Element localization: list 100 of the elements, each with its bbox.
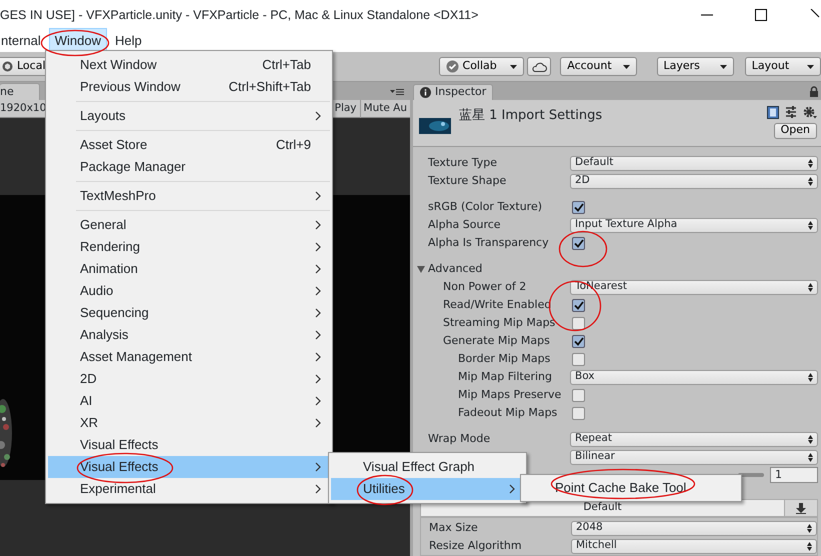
menu-item[interactable]: Visual Effects	[48, 434, 330, 456]
dropdown[interactable]: 2048	[571, 520, 817, 536]
caret-icon	[622, 64, 630, 68]
open-button[interactable]: Open	[774, 122, 817, 139]
checkbox[interactable]	[572, 236, 585, 250]
layers-button[interactable]: Layers	[656, 57, 734, 76]
chevron-icon	[315, 220, 321, 230]
checkbox[interactable]	[572, 298, 585, 312]
cloud-button[interactable]	[527, 57, 552, 76]
updown-icon	[808, 452, 813, 462]
menu-item[interactable]: Previous Window Ctrl+Shift+Tab	[48, 76, 330, 98]
cloud-icon	[531, 62, 548, 72]
menu-item[interactable]: Layouts	[48, 105, 330, 127]
menu-item[interactable]: Asset Store Ctrl+9	[48, 134, 330, 156]
annotation-circle	[40, 29, 110, 57]
chevron-icon	[315, 242, 321, 252]
chevron-icon	[315, 111, 321, 121]
menu-item[interactable]: Asset Management	[48, 346, 330, 368]
download-button[interactable]	[785, 499, 818, 517]
updown-icon	[808, 434, 813, 444]
menu-item[interactable]: General	[48, 214, 330, 236]
field-label: Alpha Is Transparency	[428, 234, 550, 251]
chevron-icon	[315, 330, 321, 340]
field-label: Generate Mip Maps	[443, 332, 551, 349]
checkbox[interactable]	[572, 334, 585, 348]
window-title: GES IN USE] - VFXParticle.unity - VFXParticle - PC, Mac & Linux Standalone <DX11>	[0, 6, 480, 24]
field-label: Border Mip Maps	[458, 350, 552, 367]
panel-menu-icon[interactable]	[390, 88, 404, 96]
menu-item[interactable]: Audio	[48, 280, 330, 302]
menu-item[interactable]: Experimental	[48, 478, 330, 500]
menu-item[interactable]: XR	[48, 412, 330, 434]
dropdown[interactable]: Default	[570, 156, 818, 170]
menu-item[interactable]: Visual Effects	[48, 456, 330, 478]
dropdown[interactable]: Mitchell	[571, 538, 817, 554]
menu-item[interactable]: Rendering	[48, 236, 330, 258]
menu-item[interactable]: Animation	[48, 258, 330, 280]
download-icon	[796, 502, 806, 514]
menu-item[interactable]: Package Manager	[48, 156, 330, 178]
dropdown[interactable]: Repeat	[570, 432, 818, 446]
dropdown[interactable]: Input Texture Alpha	[570, 218, 818, 232]
chevron-icon	[315, 308, 321, 318]
field-label: sRGB (Color Texture)	[428, 198, 544, 215]
menu-item[interactable]: Next Window Ctrl+Tab	[48, 54, 330, 76]
updown-icon	[807, 524, 812, 532]
field-label: Mip Maps Preserve	[458, 386, 562, 403]
panel-tab[interactable]: ne	[0, 83, 40, 100]
foldout-triangle-icon[interactable]	[417, 266, 425, 272]
checkbox[interactable]	[572, 406, 585, 420]
field-label: Texture Type	[428, 154, 498, 171]
chevron-icon	[315, 396, 321, 406]
updown-icon	[808, 220, 813, 230]
menu-item[interactable]: 2D	[48, 368, 330, 390]
field-label: Streaming Mip Maps	[443, 314, 556, 331]
gear-icon[interactable]	[803, 106, 817, 119]
sliders-icon[interactable]	[785, 106, 797, 118]
menu-item[interactable]: Visual Effect Graph	[331, 456, 524, 478]
chevron-icon	[315, 374, 321, 384]
field-label: Alpha Source	[428, 216, 502, 233]
chevron-icon	[509, 484, 515, 494]
caret-icon	[807, 64, 814, 68]
caret-icon	[510, 64, 518, 68]
checkbox[interactable]	[572, 316, 585, 330]
lock-icon[interactable]	[809, 86, 819, 97]
menu-item[interactable]: Help	[109, 28, 148, 54]
check-icon	[574, 202, 584, 212]
checkbox[interactable]	[572, 388, 585, 402]
checkbox[interactable]	[572, 200, 585, 214]
dropdown[interactable]: Box	[570, 370, 818, 384]
menu-item[interactable]: TextMeshPro	[48, 185, 330, 207]
inspector-tab[interactable]: Inspector	[413, 84, 493, 100]
checkbox[interactable]	[572, 352, 585, 366]
check-icon	[574, 336, 584, 346]
resolution-dropdown[interactable]: 1920x10	[0, 100, 46, 116]
number-field[interactable]: 1	[770, 467, 818, 483]
menu-item[interactable]: Analysis	[48, 324, 330, 346]
chevron-icon	[315, 418, 321, 428]
field-label: Non Power of 2	[443, 278, 528, 295]
field-label: Fadeout Mip Maps	[458, 404, 558, 421]
updown-icon	[807, 542, 812, 550]
help-book-icon[interactable]	[767, 106, 779, 119]
cube-icon	[2, 61, 13, 72]
menu-item[interactable]: AI	[48, 390, 330, 412]
menu-item[interactable]: Sequencing	[48, 302, 330, 324]
field-label: Resize Algorithm	[429, 538, 523, 554]
dropdown[interactable]: 2D	[570, 174, 818, 188]
field-label: Max Size	[429, 520, 479, 536]
check-icon	[574, 238, 584, 248]
updown-icon	[808, 282, 813, 292]
collab-button[interactable]: Collab	[438, 57, 524, 76]
thumbnail-image	[419, 118, 451, 134]
dropdown[interactable]: Bilinear	[570, 450, 818, 464]
layout-button[interactable]: Layout	[744, 57, 821, 76]
foldout-label[interactable]: Advanced	[428, 260, 482, 278]
chevron-icon	[315, 264, 321, 274]
menu-item[interactable]: Point Cache Bake Tool	[523, 477, 739, 499]
account-button[interactable]: Account	[560, 57, 637, 76]
maximize-icon[interactable]	[755, 9, 767, 21]
chevron-icon	[315, 191, 321, 201]
field-label: Wrap Mode	[428, 430, 492, 447]
chevron-icon	[315, 352, 321, 362]
